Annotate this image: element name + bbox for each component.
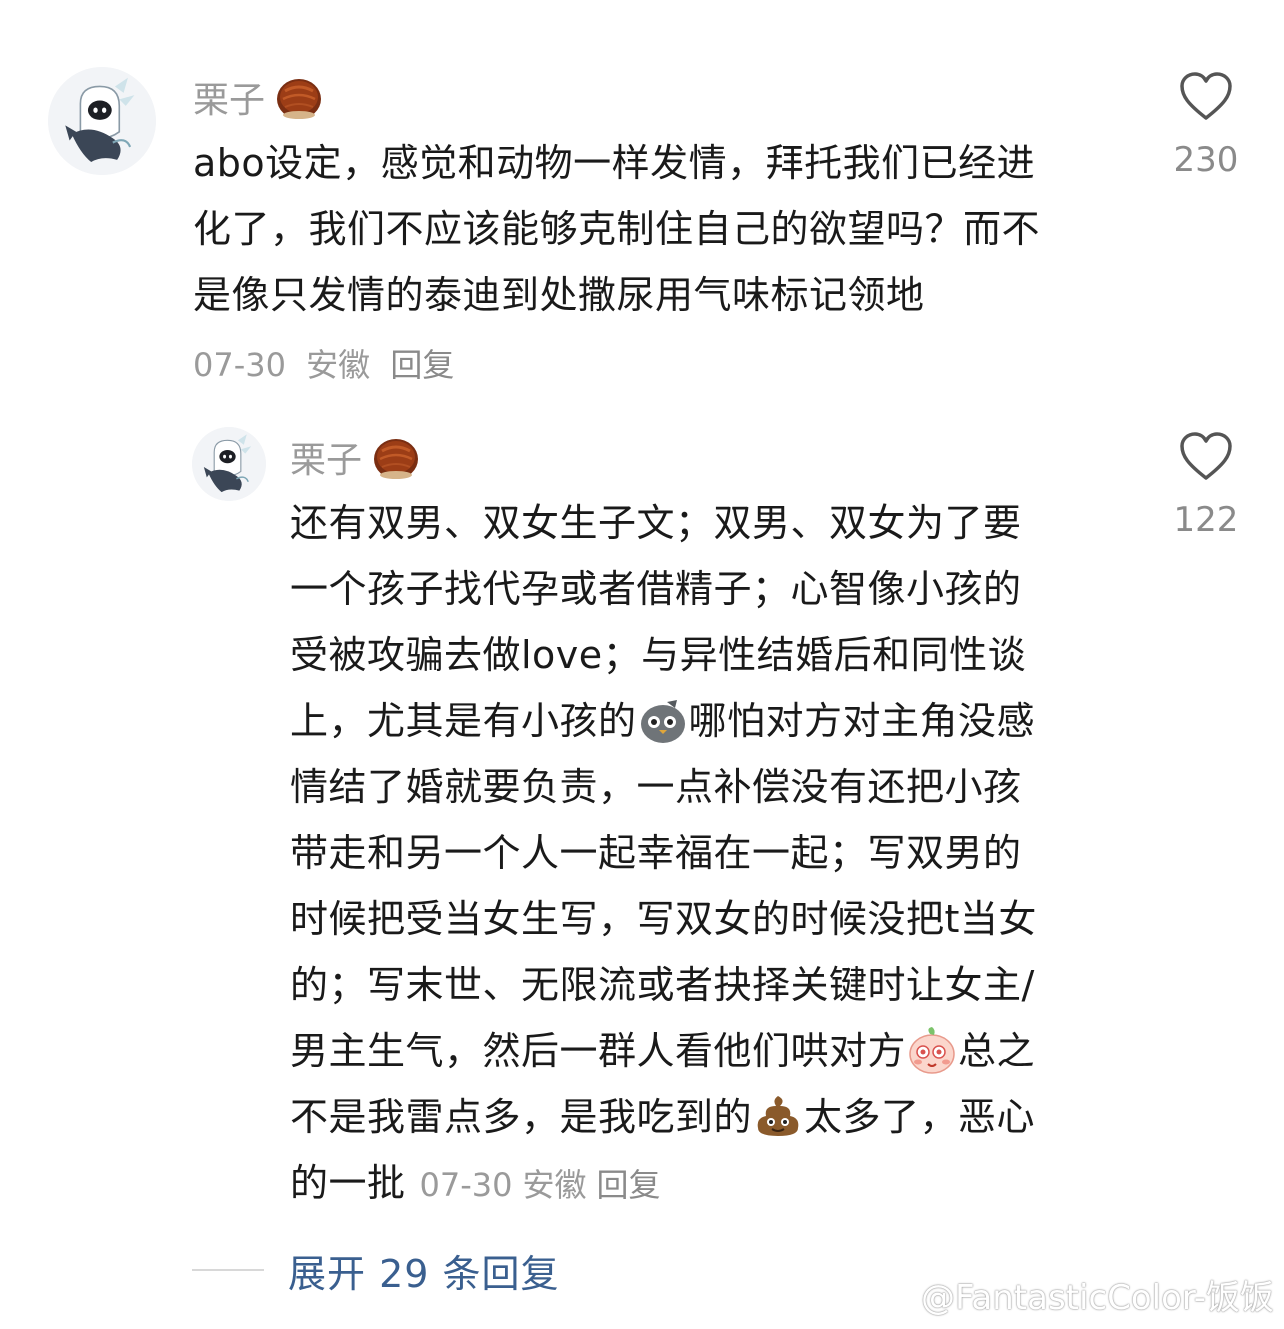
username-text[interactable]: 栗子 [193,71,265,123]
comment-line: 时候把受当女生写，写双女的时候没把t当女 [290,897,1037,941]
comment-meta: 07-30 安徽 回复 [420,1166,671,1204]
comment-line: 是像只发情的泰迪到处撒尿用气味标记领地 [193,273,925,317]
comment-fragment: 男主生气，然后一群人看他们哄对方 [290,1029,907,1073]
comment-line: 男主生气，然后一群人看他们哄对方 总之 [290,1018,1120,1084]
heart-outline-icon[interactable] [1178,70,1234,122]
comment-date: 07-30 [419,1166,513,1204]
watermark: @FantasticColor-饭饭 [867,1270,1274,1319]
comment-line: 情结了婚就要负责，一点补偿没有还把小孩 [290,765,1022,809]
comment-thread: 栗子 abo设定，感觉和动物一样发情，拜托我们已经进 化了，我们不应该能够克制住… [0,0,1284,1329]
divider [192,1269,264,1271]
comment-body: 还有双男、双女生子文；双男、双女为了要 一个孩子找代孕或者借精子；心智像小孩的 … [290,490,1120,1218]
comment-line: 一个孩子找代孕或者借精子；心智像小孩的 [290,567,1022,611]
avatar[interactable] [192,427,266,501]
comment-line: 上，尤其是有小孩的 哪怕对方对主角没感 [290,688,1120,754]
comment-line: 化了，我们不应该能够克制住自己的欲望吗？而不 [193,207,1041,251]
comment-fragment: 总之 [958,1029,1036,1073]
poop-emoji-icon [752,1090,804,1142]
peach-blush-emoji-icon [906,1024,958,1076]
comment-date: 07-30 [193,346,286,384]
comment-line: abo设定，感觉和动物一样发情，拜托我们已经进 [193,141,1036,185]
comment-line: 受被攻骗去做love；与异性结婚后和同性谈 [290,633,1027,677]
comment-line: 的；写末世、无限流或者抉择关键时让女主/ [290,963,1035,1007]
like-count: 230 [1173,140,1239,180]
chestnut-icon [370,431,422,483]
comment-fragment: 哪怕对方对主角没感 [688,699,1036,743]
comment-line: 还有双男、双女生子文；双男、双女为了要 [290,501,1022,545]
like-button[interactable]: 230 [1166,70,1246,180]
ghost-fish-avatar-icon [192,427,266,501]
weibo-icon [867,1275,913,1315]
comment-location: 安徽 [522,1166,587,1204]
expand-replies-row: 展开 29 条回复 [192,1240,560,1300]
comment-fragment: 太多了，恶心 [804,1095,1036,1139]
ghost-fish-avatar-icon [48,67,156,175]
username[interactable]: 栗子 [193,72,325,122]
username[interactable]: 栗子 [290,432,422,482]
comment-line: 的一批 07-30 安徽 回复 [290,1150,1120,1218]
reply-button[interactable]: 回复 [390,346,454,384]
comment-line: 带走和另一个人一起幸福在一起；写双男的 [290,831,1022,875]
comment-fragment: 不是我雷点多，是我吃到的 [290,1095,753,1139]
chestnut-icon [273,71,325,123]
watermark-text: @FantasticColor-饭饭 [920,1278,1274,1318]
like-count: 122 [1173,500,1239,540]
comment-meta: 07-30 安徽 回复 [193,340,464,386]
reply-button[interactable]: 回复 [597,1166,661,1204]
avatar[interactable] [48,67,156,175]
comment-body: abo设定，感觉和动物一样发情，拜托我们已经进 化了，我们不应该能够克制住自己的… [193,130,1123,328]
comment-location: 安徽 [306,346,371,384]
comment-line: 不是我雷点多，是我吃到的 太多了，恶心 [290,1084,1120,1150]
comment-fragment: 上，尤其是有小孩的 [290,699,637,743]
grey-pigeon-emoji-icon [637,694,689,746]
like-button[interactable]: 122 [1166,430,1246,540]
expand-replies-button[interactable]: 展开 29 条回复 [288,1243,560,1298]
username-text[interactable]: 栗子 [290,431,362,483]
comment-fragment: 的一批 [290,1161,406,1205]
heart-outline-icon[interactable] [1178,430,1234,482]
